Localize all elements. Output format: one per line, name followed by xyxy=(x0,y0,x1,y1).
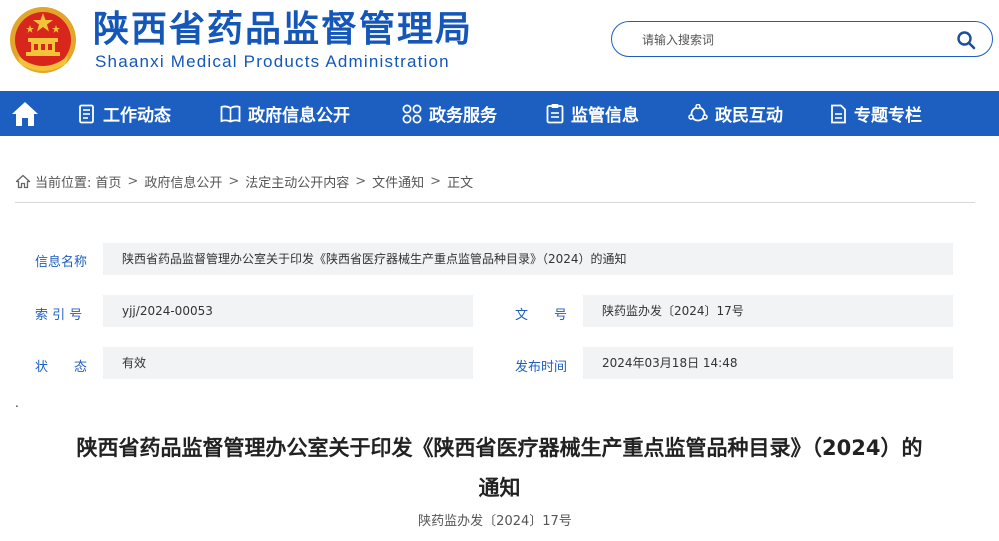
document-list-icon xyxy=(79,104,94,123)
document-title: 陕西省药品监督管理办公室关于印发《陕西省医疗器械生产重点监管品种目录》（2024… xyxy=(0,428,999,508)
chevron-right-icon: > xyxy=(127,174,139,189)
breadcrumb-home[interactable]: 首页 xyxy=(95,172,121,191)
site-title: 陕西省药品监督管理局 xyxy=(93,9,474,50)
divider xyxy=(15,202,975,203)
search-box xyxy=(611,21,993,57)
nav-item-public-interaction[interactable]: 政民互动 xyxy=(688,91,783,136)
info-index-label: 索 引 号 xyxy=(35,308,83,323)
nav-item-regulatory-info[interactable]: 监管信息 xyxy=(546,91,639,136)
nav-item-gov-services[interactable]: 政务服务 xyxy=(402,91,497,136)
nav-item-label: 政务服务 xyxy=(429,106,497,126)
info-index-value: yjj/2024-00053 xyxy=(103,295,473,327)
info-docno-value: 陕药监办发〔2024〕17号 xyxy=(583,295,953,327)
interaction-icon xyxy=(688,103,708,121)
info-name-label: 信息名称 xyxy=(35,255,88,270)
breadcrumb-current: 正文 xyxy=(447,176,474,191)
info-status-label: 状 态 xyxy=(35,360,88,375)
four-circles-icon xyxy=(402,104,422,123)
breadcrumb-file-notices[interactable]: 文件通知 xyxy=(372,172,424,191)
nav-item-work-news[interactable]: 工作动态 xyxy=(78,91,171,136)
nav-item-label: 政民互动 xyxy=(715,106,783,126)
breadcrumb-gov-info[interactable]: 政府信息公开 xyxy=(144,172,222,191)
chevron-right-icon: > xyxy=(430,174,442,189)
chevron-right-icon: > xyxy=(355,174,367,189)
document-title-line1: 陕西省药品监督管理办公室关于印发《陕西省医疗器械生产重点监管品种目录》（2024… xyxy=(76,436,923,460)
breadcrumb-statutory-content[interactable]: 法定主动公开内容 xyxy=(245,172,349,191)
national-emblem-icon xyxy=(10,7,76,73)
breadcrumb: 当前位置: 首页 > 政府信息公开 > 法定主动公开内容 > 文件通知 > 正文 xyxy=(15,172,473,191)
breadcrumb-prefix: 当前位置: xyxy=(35,176,92,191)
nav-item-label: 专题专栏 xyxy=(854,106,922,126)
info-date-value: 2024年03月18日 14:48 xyxy=(583,347,953,379)
document-title-line2: 通知 xyxy=(478,476,521,500)
open-book-icon xyxy=(220,105,241,122)
nav-item-special-topics[interactable]: 专题专栏 xyxy=(830,91,922,136)
info-date-label: 发布时间 xyxy=(515,360,568,375)
stray-dot: . xyxy=(15,396,19,410)
main-nav: 工作动态 政府信息公开 政务服务 监管信息 政民互动 专题专栏 xyxy=(0,91,999,136)
site-header: 陕西省药品监督管理局 Shaanxi Medical Products Admi… xyxy=(0,0,999,91)
nav-item-label: 监管信息 xyxy=(571,106,639,126)
info-docno-label: 文 号 xyxy=(515,308,568,323)
clipboard-icon xyxy=(546,104,564,124)
nav-item-label: 政府信息公开 xyxy=(248,106,350,126)
info-name-value: 陕西省药品监督管理办公室关于印发《陕西省医疗器械生产重点监管品种目录》（2024… xyxy=(103,243,953,275)
search-icon[interactable] xyxy=(956,30,976,50)
nav-item-gov-info[interactable]: 政府信息公开 xyxy=(220,91,350,136)
info-status-value: 有效 xyxy=(103,347,473,379)
home-outline-icon xyxy=(15,174,31,189)
document-number: 陕药监办发〔2024〕17号 xyxy=(418,514,572,529)
site-title-english: Shaanxi Medical Products Administration xyxy=(95,52,450,71)
file-icon xyxy=(831,104,846,123)
home-icon[interactable] xyxy=(10,99,40,129)
chevron-right-icon: > xyxy=(228,174,240,189)
nav-item-label: 工作动态 xyxy=(103,106,171,126)
search-input[interactable] xyxy=(640,29,944,51)
